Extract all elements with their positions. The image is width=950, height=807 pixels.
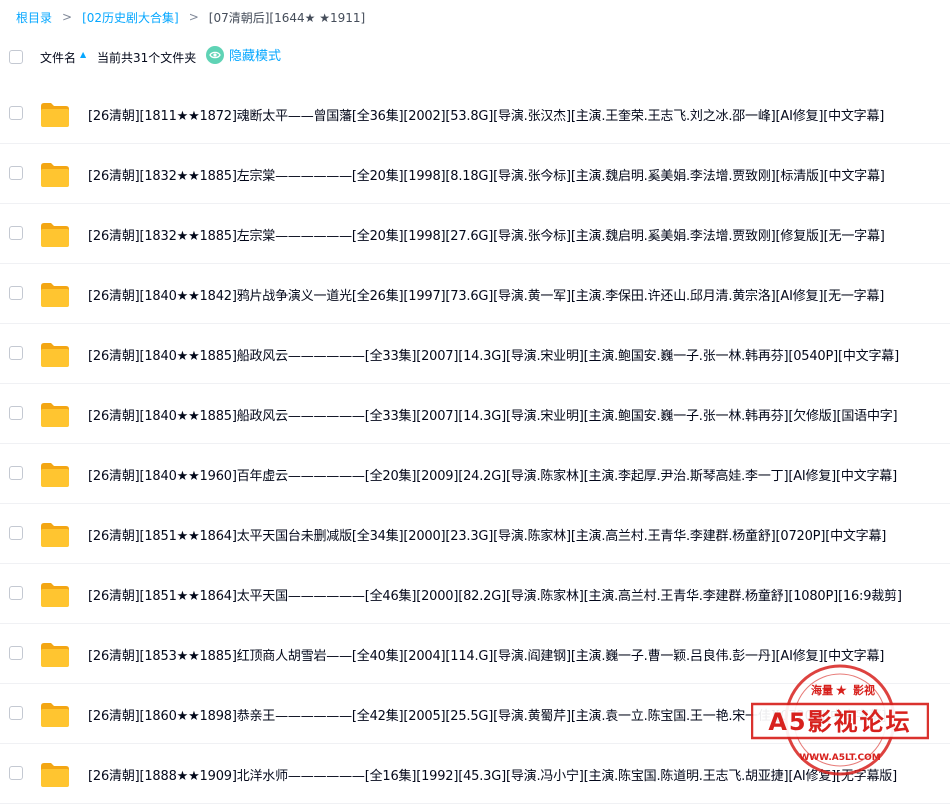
folder-icon xyxy=(41,223,69,247)
row-checkbox[interactable] xyxy=(9,226,23,240)
sort-up-icon: ▲ xyxy=(80,50,87,59)
row-checkbox[interactable] xyxy=(9,166,23,180)
file-name[interactable]: [26清朝][1840★★1885]船政风云——————[全33集][2007]… xyxy=(88,405,898,424)
file-list: [26清朝][1811★★1872]魂断太平——曾国藩[全36集][2002][… xyxy=(0,84,950,804)
file-name[interactable]: [26清朝][1840★★1842]鸦片战争演义一道光[全26集][1997][… xyxy=(88,285,884,304)
folder-icon xyxy=(41,343,69,367)
file-row[interactable]: [26清朝][1832★★1885]左宗棠——————[全20集][1998][… xyxy=(0,204,950,264)
file-row[interactable]: [26清朝][1840★★1885]船政风云——————[全33集][2007]… xyxy=(0,324,950,384)
row-checkbox[interactable] xyxy=(9,526,23,540)
row-checkbox[interactable] xyxy=(9,586,23,600)
row-checkbox[interactable] xyxy=(9,106,23,120)
row-checkbox[interactable] xyxy=(9,286,23,300)
file-row[interactable]: [26清朝][1888★★1909]北洋水师——————[全16集][1992]… xyxy=(0,744,950,804)
file-name[interactable]: [26清朝][1840★★1885]船政风云——————[全33集][2007]… xyxy=(88,345,899,364)
row-checkbox[interactable] xyxy=(9,706,23,720)
file-list-header: 文件名 ▲ 当前共31个文件夹 隐藏模式 xyxy=(0,42,950,72)
eye-icon xyxy=(206,45,224,64)
file-name[interactable]: [26清朝][1840★★1960]百年虚云——————[全20集][2009]… xyxy=(88,465,897,484)
file-name[interactable]: [26清朝][1860★★1898]恭亲王——————[全42集][2005][… xyxy=(88,705,886,724)
folder-icon xyxy=(41,583,69,607)
file-row[interactable]: [26清朝][1840★★1885]船政风云——————[全33集][2007]… xyxy=(0,384,950,444)
row-checkbox[interactable] xyxy=(9,766,23,780)
sort-label: 文件名 xyxy=(40,51,77,65)
file-name[interactable]: [26清朝][1853★★1885]红顶商人胡雪岩——[全40集][2004][… xyxy=(88,645,884,664)
sort-by-name-button[interactable]: 文件名 ▲ xyxy=(40,49,86,66)
file-row[interactable]: [26清朝][1860★★1898]恭亲王——————[全42集][2005][… xyxy=(0,684,950,744)
file-row[interactable]: [26清朝][1851★★1864]太平天国台未删减版[全34集][2000][… xyxy=(0,504,950,564)
folder-icon xyxy=(41,103,69,127)
row-checkbox[interactable] xyxy=(9,646,23,660)
chevron-right-icon: > xyxy=(62,10,73,24)
select-all-checkbox[interactable] xyxy=(9,50,23,64)
hidden-mode-label: 隐藏模式 xyxy=(229,49,282,64)
folder-icon xyxy=(41,523,69,547)
folder-icon xyxy=(41,643,69,667)
file-name[interactable]: [26清朝][1888★★1909]北洋水师——————[全16集][1992]… xyxy=(88,765,897,784)
hidden-mode-toggle[interactable]: 隐藏模式 xyxy=(206,45,281,64)
file-row[interactable]: [26清朝][1832★★1885]左宗棠——————[全20集][1998][… xyxy=(0,144,950,204)
file-name[interactable]: [26清朝][1832★★1885]左宗棠——————[全20集][1998][… xyxy=(88,225,885,244)
breadcrumb-root-link[interactable]: 根目录 xyxy=(16,9,52,26)
file-name[interactable]: [26清朝][1811★★1872]魂断太平——曾国藩[全36集][2002][… xyxy=(88,105,884,124)
file-row[interactable]: [26清朝][1851★★1864]太平天国——————[全46集][2000]… xyxy=(0,564,950,624)
folder-icon xyxy=(41,283,69,307)
breadcrumb: 根目录 > [02历史剧大合集] > [07清朝后][1644★ ★1911] xyxy=(16,7,365,27)
file-name[interactable]: [26清朝][1832★★1885]左宗棠——————[全20集][1998][… xyxy=(88,165,885,184)
row-checkbox[interactable] xyxy=(9,466,23,480)
file-row[interactable]: [26清朝][1853★★1885]红顶商人胡雪岩——[全40集][2004][… xyxy=(0,624,950,684)
row-checkbox[interactable] xyxy=(9,406,23,420)
file-name[interactable]: [26清朝][1851★★1864]太平天国台未删减版[全34集][2000][… xyxy=(88,525,886,544)
folder-icon xyxy=(41,163,69,187)
file-row[interactable]: [26清朝][1811★★1872]魂断太平——曾国藩[全36集][2002][… xyxy=(0,84,950,144)
breadcrumb-current: [07清朝后][1644★ ★1911] xyxy=(208,10,366,25)
chevron-right-icon: > xyxy=(188,10,199,24)
folder-icon xyxy=(41,703,69,727)
file-row[interactable]: [26清朝][1840★★1960]百年虚云——————[全20集][2009]… xyxy=(0,444,950,504)
row-checkbox[interactable] xyxy=(9,346,23,360)
folder-icon xyxy=(41,463,69,487)
folder-count-text: 当前共31个文件夹 xyxy=(97,51,197,65)
file-name[interactable]: [26清朝][1851★★1864]太平天国——————[全46集][2000]… xyxy=(88,585,902,604)
folder-icon xyxy=(41,403,69,427)
breadcrumb-parent-link[interactable]: [02历史剧大合集] xyxy=(82,9,179,26)
file-row[interactable]: [26清朝][1840★★1842]鸦片战争演义一道光[全26集][1997][… xyxy=(0,264,950,324)
folder-icon xyxy=(41,763,69,787)
